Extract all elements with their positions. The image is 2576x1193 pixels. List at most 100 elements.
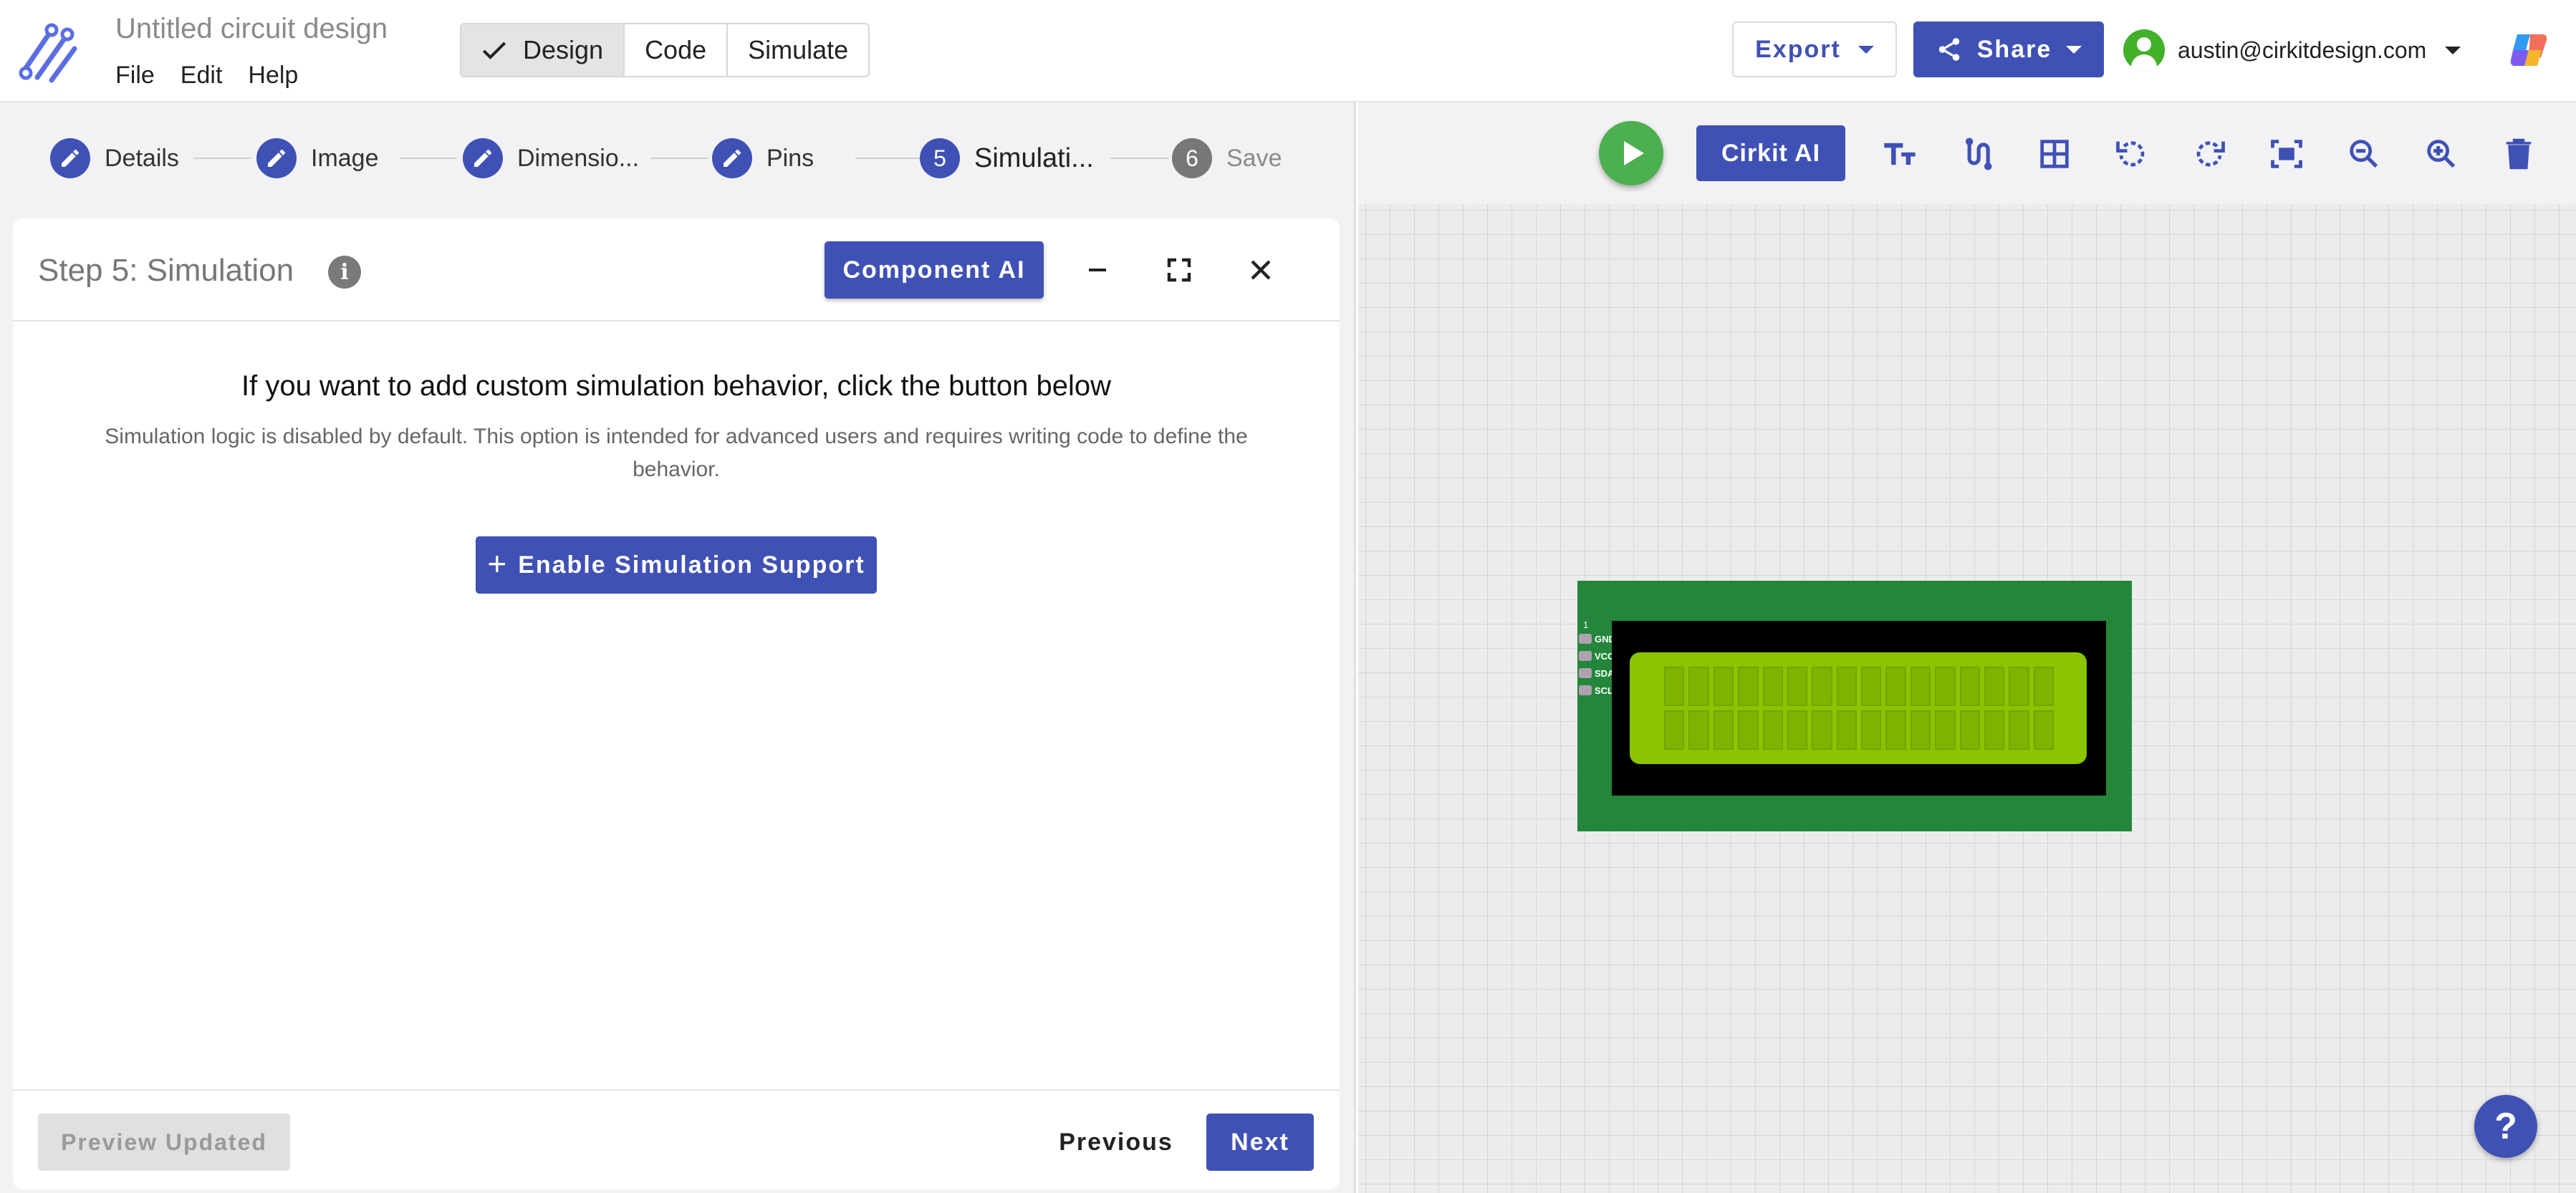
lcd-char-cell xyxy=(1935,710,1956,750)
lcd-component[interactable]: 1 GND VCC SDA SCL xyxy=(1577,581,2132,831)
lcd-char-cell xyxy=(1713,710,1734,750)
step-details[interactable]: Details xyxy=(50,138,179,178)
mode-toggle: Design Code Simulate xyxy=(460,23,870,77)
step-simulation[interactable]: 5 Simulati... xyxy=(920,138,1094,178)
mode-code-button[interactable]: Code xyxy=(623,24,726,76)
user-email: austin@cirkitdesign.com xyxy=(2178,37,2427,63)
lcd-char-cell xyxy=(1738,667,1759,706)
grid-button[interactable] xyxy=(2034,134,2075,174)
mode-design-label: Design xyxy=(523,35,604,64)
lcd-char-cell xyxy=(1959,667,1980,706)
pencil-icon xyxy=(712,138,752,178)
share-button[interactable]: Share xyxy=(1913,21,2104,77)
lcd-char-cell xyxy=(1935,667,1956,706)
canvas-toolbar: Cirkit AI xyxy=(1358,102,2576,204)
step-image[interactable]: Image xyxy=(256,138,379,178)
check-icon xyxy=(482,42,506,59)
route-button[interactable] xyxy=(1957,134,1997,174)
lcd-char-cell xyxy=(2033,667,2054,706)
menu-edit[interactable]: Edit xyxy=(181,62,223,90)
run-simulation-button[interactable] xyxy=(1599,121,1663,185)
pin-pad xyxy=(1579,651,1592,661)
lcd-char-cell xyxy=(1787,710,1808,750)
text-size-icon xyxy=(1884,143,1916,165)
mode-simulate-button[interactable]: Simulate xyxy=(726,24,868,76)
menu-help[interactable]: Help xyxy=(248,62,298,90)
minimize-button[interactable] xyxy=(1077,250,1118,290)
lcd-char-cell xyxy=(1984,710,2005,750)
lcd-char-cell xyxy=(1664,667,1685,706)
copilot-icon[interactable] xyxy=(2507,27,2553,73)
pin-gnd[interactable]: GND xyxy=(1579,632,1616,645)
top-bar: Untitled circuit design File Edit Help D… xyxy=(0,0,2576,102)
chevron-down-icon xyxy=(1857,45,1874,54)
lcd-char-cell xyxy=(1812,710,1832,750)
pin-scl[interactable]: SCL xyxy=(1579,684,1616,697)
pin-sda[interactable]: SDA xyxy=(1579,667,1616,680)
card-footer: Preview Updated Previous Next xyxy=(13,1089,1340,1189)
enable-simulation-button[interactable]: + Enable Simulation Support xyxy=(476,536,877,594)
lcd-char-cell xyxy=(1885,667,1906,706)
fit-screen-button[interactable] xyxy=(2267,134,2307,174)
user-menu[interactable]: austin@cirkitdesign.com xyxy=(2123,29,2461,72)
delete-button[interactable] xyxy=(2499,134,2539,174)
pin-pad xyxy=(1579,685,1592,695)
step-number-badge: 5 xyxy=(920,138,960,178)
mode-design-button[interactable]: Design xyxy=(461,24,624,76)
step-pins[interactable]: Pins xyxy=(712,138,814,178)
lcd-bezel xyxy=(1612,621,2106,796)
rotate-right-button[interactable] xyxy=(2189,134,2229,174)
menu-file[interactable]: File xyxy=(115,62,155,90)
circuit-canvas[interactable]: Cirkit AI 1 GND VCC SDA SCL ? xyxy=(1358,102,2576,1193)
card-header: Step 5: Simulation i Component AI xyxy=(13,218,1340,322)
page-title: Step 5: Simulation xyxy=(38,253,294,288)
zoom-out-button[interactable] xyxy=(2344,134,2384,174)
component-ai-button[interactable]: Component AI xyxy=(825,241,1044,299)
help-button[interactable]: ? xyxy=(2474,1095,2537,1158)
step-label: Image xyxy=(311,144,379,172)
rotate-right-icon xyxy=(2196,141,2225,167)
share-icon xyxy=(1938,38,1959,61)
rotate-left-icon xyxy=(2116,141,2145,167)
close-icon xyxy=(1251,260,1271,280)
step-dimensions[interactable]: Dimensio... xyxy=(463,138,639,178)
step-connector xyxy=(855,158,924,159)
lcd-char-cell xyxy=(2009,710,2029,750)
grid-icon xyxy=(2040,140,2069,168)
fullscreen-icon xyxy=(1167,258,1191,282)
close-button[interactable] xyxy=(1241,250,1281,290)
pin-pad xyxy=(1579,634,1592,644)
cirkit-logo-icon[interactable] xyxy=(17,20,80,83)
fullscreen-button[interactable] xyxy=(1159,250,1199,290)
info-icon[interactable]: i xyxy=(328,256,361,289)
previous-button[interactable]: Previous xyxy=(1044,1114,1188,1171)
step-connector xyxy=(650,158,708,159)
pin-label: SCL xyxy=(1595,685,1613,696)
avatar-icon xyxy=(2123,29,2165,71)
cirkit-ai-button[interactable]: Cirkit AI xyxy=(1696,125,1845,181)
step-label: Simulati... xyxy=(974,143,1094,173)
share-label: Share xyxy=(1976,35,2052,63)
lcd-char-cell xyxy=(2009,667,2029,706)
step-connector xyxy=(400,158,457,159)
zoom-in-icon xyxy=(2427,140,2456,168)
simulation-headline: If you want to add custom simulation beh… xyxy=(241,370,1111,402)
lcd-char-cell xyxy=(1959,710,1980,750)
export-button[interactable]: Export xyxy=(1732,21,1897,77)
rotate-left-button[interactable] xyxy=(2112,134,2152,174)
fit-screen-icon xyxy=(2271,140,2302,168)
preview-updated-button[interactable]: Preview Updated xyxy=(38,1114,290,1171)
pin-number-label: 1 xyxy=(1583,619,1589,630)
lcd-char-cell xyxy=(1861,667,1882,706)
chevron-down-icon xyxy=(2066,45,2082,54)
document-title[interactable]: Untitled circuit design xyxy=(115,13,388,45)
pin-vcc[interactable]: VCC xyxy=(1579,649,1616,662)
zoom-in-button[interactable] xyxy=(2421,134,2461,174)
stepper: Details Image Dimensio... Pins 5 Simulat… xyxy=(50,138,1297,181)
lcd-char-cell xyxy=(1861,710,1882,750)
step-connector xyxy=(1110,158,1169,159)
next-button[interactable]: Next xyxy=(1206,1114,1314,1171)
step-save[interactable]: 6 Save xyxy=(1172,138,1282,178)
step-label: Save xyxy=(1226,144,1282,172)
text-size-button[interactable] xyxy=(1880,134,1920,174)
